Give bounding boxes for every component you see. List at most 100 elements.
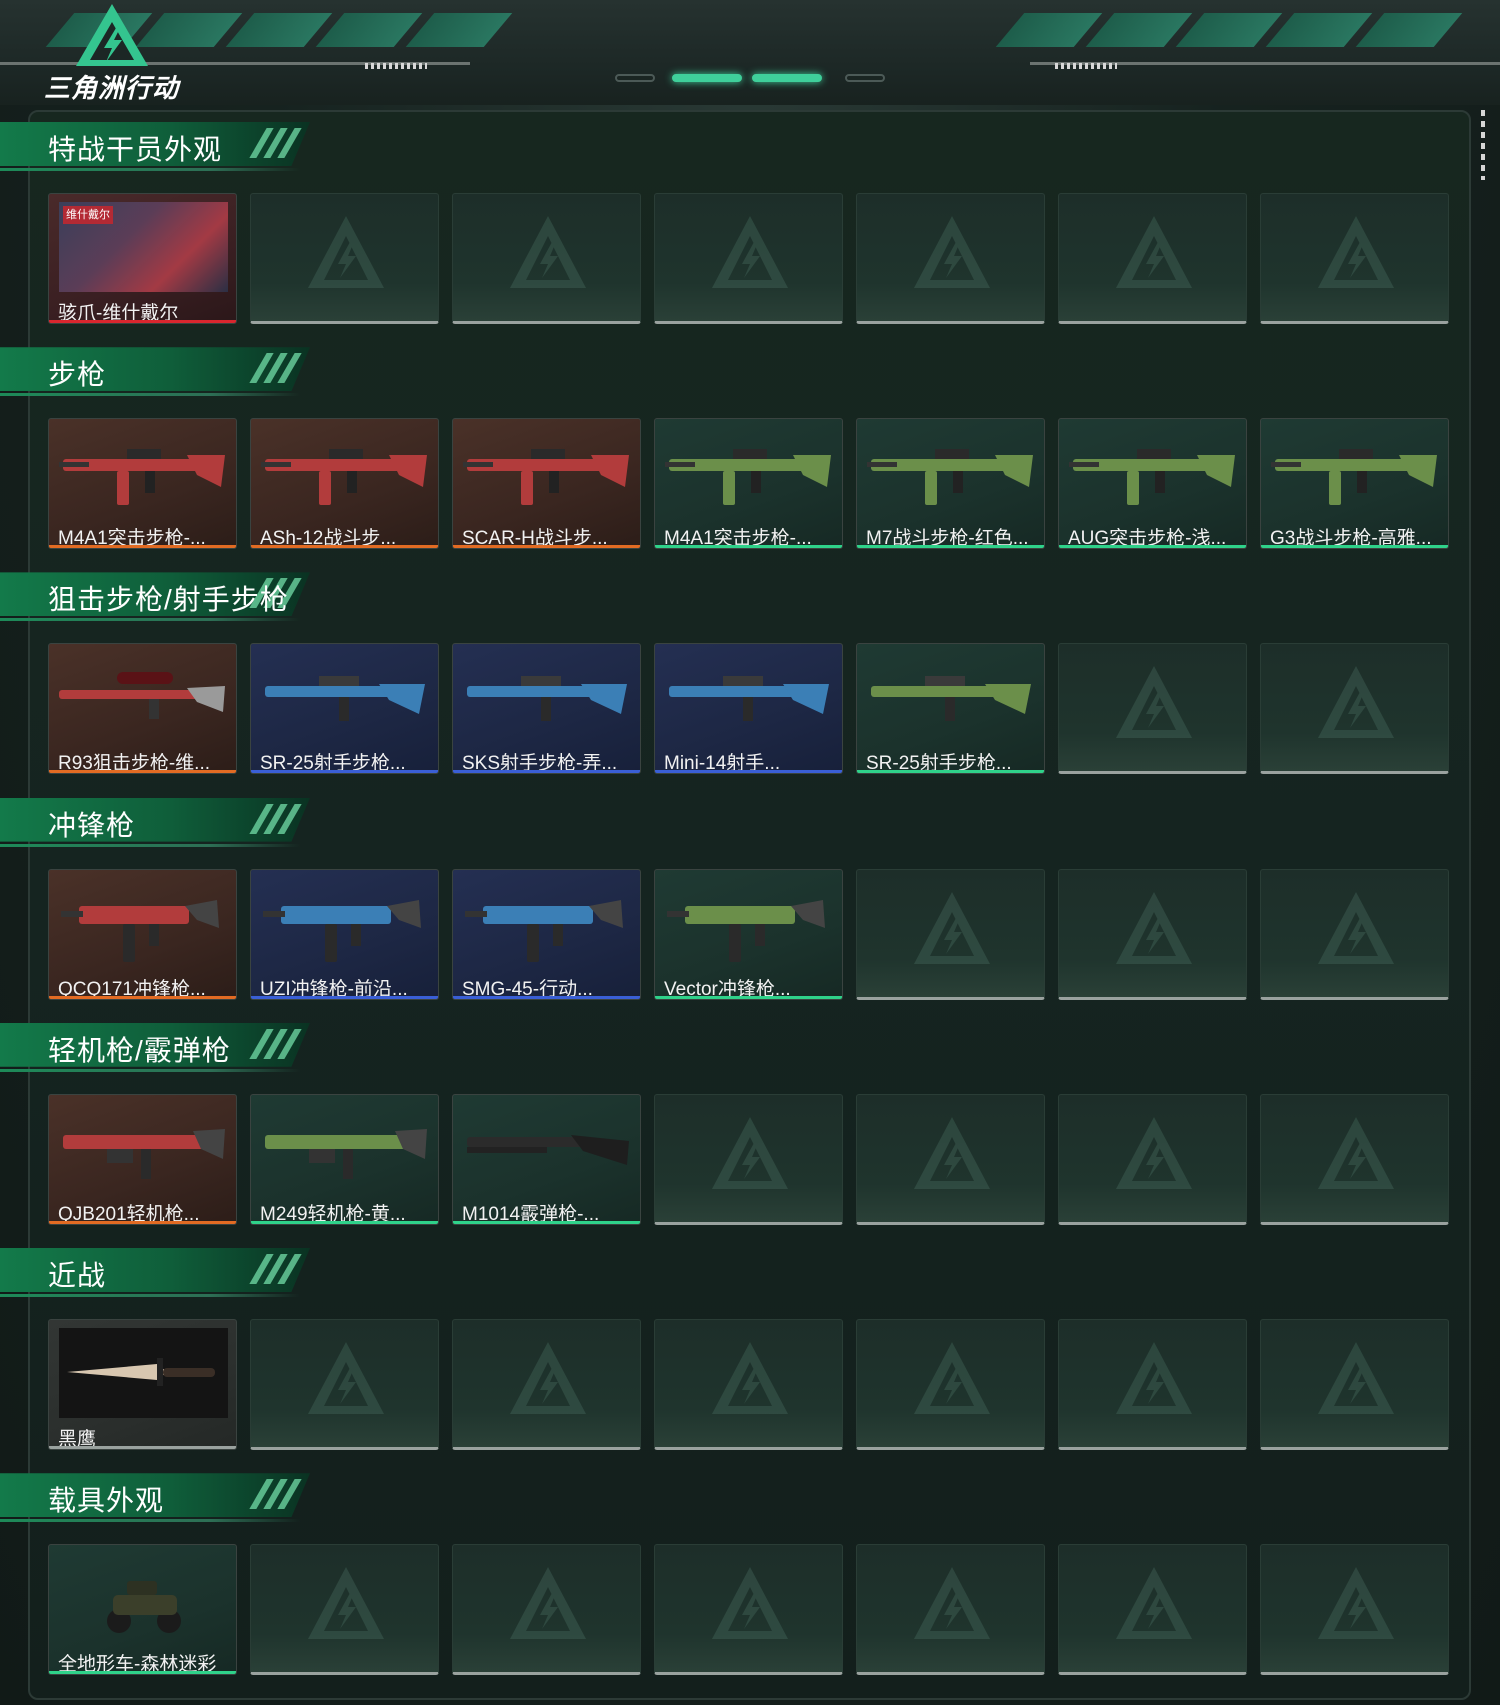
delta-logo-placeholder-icon bbox=[1318, 1342, 1394, 1414]
item-card[interactable]: M249轻机枪-黄... bbox=[250, 1093, 439, 1225]
header-stripe-decoration bbox=[1355, 13, 1463, 47]
section-header-underline bbox=[0, 168, 300, 171]
delta-logo-placeholder-icon bbox=[1116, 1116, 1192, 1189]
empty-slot bbox=[856, 1093, 1045, 1225]
item-card[interactable]: SR-25射手步枪... bbox=[250, 643, 439, 775]
empty-slot bbox=[856, 868, 1045, 1000]
section-title: 近战 bbox=[48, 1260, 107, 1291]
empty-slot bbox=[654, 193, 843, 324]
empty-slot bbox=[1260, 193, 1449, 324]
sniper-rifle-icon bbox=[59, 672, 225, 720]
smg-icon bbox=[61, 899, 219, 962]
rifle-icon bbox=[59, 449, 225, 506]
header-stripe-decoration bbox=[995, 13, 1103, 47]
section-header-underline bbox=[0, 1068, 300, 1072]
delta-logo-placeholder-icon bbox=[1318, 216, 1394, 288]
rarity-bar bbox=[251, 770, 438, 774]
logo-text: 三角洲行动 bbox=[44, 74, 180, 104]
item-card[interactable]: UZI冲锋枪-前沿... bbox=[250, 868, 439, 1000]
header-stripe-decoration bbox=[1265, 13, 1373, 47]
delta-logo-placeholder-icon bbox=[914, 891, 990, 964]
delta-logo-placeholder-icon bbox=[510, 1567, 586, 1640]
header-stripe-decoration bbox=[225, 13, 333, 47]
delta-logo-placeholder-icon bbox=[308, 1342, 384, 1414]
empty-slot bbox=[1058, 643, 1247, 775]
item-grid: QJB201轻机枪... M249轻机枪-黄... M1014霰弹枪-... bbox=[48, 1093, 1450, 1225]
section-header-underline bbox=[0, 1294, 300, 1297]
empty-slot bbox=[250, 193, 439, 324]
section-title: 特战干员外观 bbox=[48, 134, 223, 165]
item-card[interactable]: 黑鹰 bbox=[48, 1319, 237, 1450]
item-card[interactable]: M1014霰弹枪-... bbox=[452, 1093, 641, 1225]
rarity-bar bbox=[453, 770, 640, 774]
rifle-icon bbox=[867, 449, 1033, 506]
item-card[interactable]: SMG-45-行动... bbox=[452, 868, 641, 1000]
section-title: 冲锋枪 bbox=[48, 809, 136, 841]
rarity-bar bbox=[49, 1446, 236, 1449]
item-card[interactable]: 全地形车-森林迷彩 bbox=[48, 1544, 237, 1676]
delta-logo-placeholder-icon bbox=[1116, 1342, 1192, 1414]
lmg-icon bbox=[63, 1128, 225, 1179]
item-card[interactable]: QCQ171冲锋枪... bbox=[48, 868, 237, 1000]
item-card[interactable]: SKS射手步枪-弄... bbox=[452, 643, 641, 775]
item-grid: 黑鹰 bbox=[48, 1319, 1450, 1450]
item-card[interactable]: ASh-12战斗步... bbox=[250, 418, 439, 550]
section-6: 近战 黑鹰 bbox=[0, 1236, 1500, 1461]
item-grid: 维什戴尔 骇爪-维什戴尔 bbox=[48, 193, 1450, 324]
delta-logo-placeholder-icon bbox=[1116, 1567, 1192, 1640]
rifle-icon bbox=[1069, 449, 1235, 506]
empty-slot bbox=[1058, 1093, 1247, 1225]
portrait-tag: 维什戴尔 bbox=[63, 206, 113, 224]
item-card[interactable]: M4A1突击步枪-... bbox=[654, 418, 843, 550]
empty-slot bbox=[1058, 1319, 1247, 1450]
empty-slot bbox=[452, 193, 641, 324]
page-indicator-active bbox=[672, 74, 742, 82]
delta-logo-placeholder-icon bbox=[1116, 216, 1192, 288]
item-card[interactable]: M4A1突击步枪-... bbox=[48, 418, 237, 550]
rarity-bar bbox=[49, 770, 236, 774]
item-card[interactable]: SCAR-H战斗步... bbox=[452, 418, 641, 550]
empty-slot bbox=[654, 1544, 843, 1676]
delta-logo-placeholder-icon bbox=[1318, 891, 1394, 964]
item-card[interactable]: QJB201轻机枪... bbox=[48, 1093, 237, 1225]
section-header: 冲锋枪 bbox=[0, 797, 325, 848]
knife-icon bbox=[67, 1358, 215, 1386]
section-4: 冲锋枪 QCQ171冲锋枪... UZI冲锋枪-前沿... SMG-45-行动... V… bbox=[0, 786, 1500, 1011]
delta-logo-placeholder-icon bbox=[914, 1567, 990, 1640]
empty-slot bbox=[452, 1319, 641, 1450]
item-grid: M4A1突击步枪-... ASh-12战斗步... SCAR-H战斗步... M4A1… bbox=[48, 418, 1450, 550]
rarity-bar bbox=[251, 545, 438, 549]
item-card[interactable]: M7战斗步枪-红色... bbox=[856, 418, 1045, 550]
rifle-icon bbox=[665, 449, 831, 506]
item-card[interactable]: Vector冲锋枪... bbox=[654, 868, 843, 1000]
item-card[interactable]: 维什戴尔 骇爪-维什戴尔 bbox=[48, 193, 237, 324]
empty-slot bbox=[1260, 1319, 1449, 1450]
delta-logo-placeholder-icon bbox=[510, 1342, 586, 1414]
empty-slot bbox=[1058, 868, 1247, 1000]
section-7: 载具外观 全地形车-森林迷彩 bbox=[0, 1461, 1500, 1686]
item-card[interactable]: SR-25射手步枪... bbox=[856, 643, 1045, 775]
rarity-bar bbox=[49, 1671, 236, 1675]
item-card[interactable]: R93狙击步枪-维... bbox=[48, 643, 237, 775]
item-card[interactable]: Mini-14射手... bbox=[654, 643, 843, 775]
rarity-bar bbox=[49, 545, 236, 549]
section-header: 步枪 bbox=[0, 347, 325, 397]
rarity-bar bbox=[655, 545, 842, 549]
empty-slot bbox=[452, 1544, 641, 1676]
rarity-bar bbox=[251, 995, 438, 999]
empty-slot bbox=[1260, 643, 1449, 775]
section-title: 步枪 bbox=[48, 359, 107, 391]
header-bar: 三角洲行动 bbox=[0, 0, 1500, 105]
header-ticks-right bbox=[1055, 63, 1117, 69]
rifle-icon bbox=[1271, 449, 1437, 506]
delta-logo-placeholder-icon bbox=[914, 216, 990, 288]
rarity-bar bbox=[453, 545, 640, 549]
item-grid: R93狙击步枪-维... SR-25射手步枪... SKS射手步枪-弄... Mini… bbox=[48, 643, 1450, 775]
item-card[interactable]: AUG突击步枪-浅... bbox=[1058, 418, 1247, 550]
marksman-rifle-icon bbox=[871, 676, 1031, 722]
item-card[interactable]: G3战斗步枪-高雅... bbox=[1260, 418, 1449, 550]
empty-slot bbox=[250, 1319, 439, 1450]
delta-logo-placeholder-icon bbox=[1116, 891, 1192, 964]
smg-icon bbox=[465, 899, 623, 962]
delta-logo-placeholder-icon bbox=[914, 1342, 990, 1414]
